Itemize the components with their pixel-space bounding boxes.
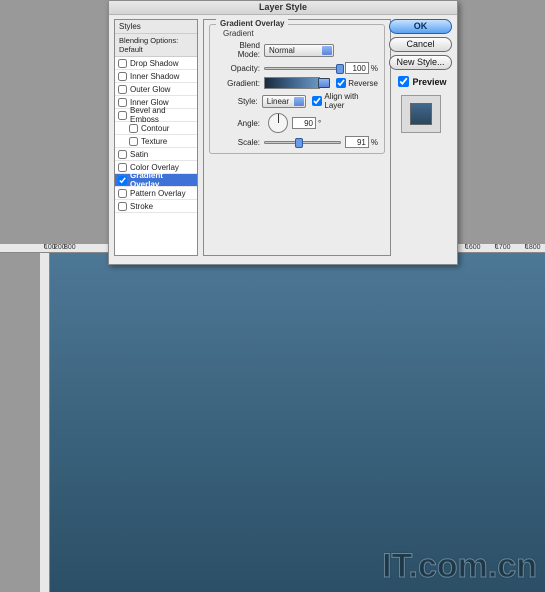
button-column: OK Cancel New Style... Preview <box>389 19 452 133</box>
layer-style-dialog: Layer Style Styles Blending Options: Def… <box>108 0 458 265</box>
reverse-checkbox[interactable] <box>336 78 346 88</box>
blend-mode-select[interactable]: Normal <box>264 44 334 57</box>
blending-options-item[interactable]: Blending Options: Default <box>115 34 197 57</box>
preview-toggle[interactable]: Preview <box>389 73 452 90</box>
canvas-background <box>40 250 545 592</box>
style-checkbox[interactable] <box>118 202 127 211</box>
group-subtitle: Gradient <box>220 29 257 38</box>
settings-panel: Gradient Overlay Gradient Blend Mode: No… <box>203 19 391 256</box>
gradient-label: Gradient: <box>216 79 264 88</box>
style-label: Style: <box>216 97 262 106</box>
blend-mode-label: Blend Mode: <box>216 41 264 59</box>
vertical-ruler <box>40 250 50 592</box>
style-gradient-overlay[interactable]: Gradient Overlay <box>115 174 197 187</box>
style-checkbox[interactable] <box>118 189 127 198</box>
scale-input[interactable]: 91 <box>345 136 369 148</box>
angle-input[interactable]: 90 <box>292 117 316 129</box>
style-outer-glow[interactable]: Outer Glow <box>115 83 197 96</box>
gradient-picker[interactable] <box>264 77 320 89</box>
cancel-button[interactable]: Cancel <box>389 37 452 52</box>
styles-header[interactable]: Styles <box>115 20 197 34</box>
opacity-label: Opacity: <box>216 64 264 73</box>
style-checkbox[interactable] <box>118 150 127 159</box>
dialog-title: Layer Style <box>109 1 457 15</box>
style-checkbox[interactable] <box>118 176 127 185</box>
scale-slider[interactable] <box>264 141 341 144</box>
group-title: Gradient Overlay <box>216 19 288 28</box>
style-stroke[interactable]: Stroke <box>115 200 197 213</box>
styles-list-panel: Styles Blending Options: Default Drop Sh… <box>114 19 198 256</box>
style-checkbox[interactable] <box>118 111 127 120</box>
angle-dial[interactable] <box>268 113 288 133</box>
style-drop-shadow[interactable]: Drop Shadow <box>115 57 197 70</box>
gradient-style-select[interactable]: Linear <box>262 95 307 108</box>
align-checkbox[interactable] <box>312 96 322 106</box>
style-pattern-overlay[interactable]: Pattern Overlay <box>115 187 197 200</box>
opacity-slider[interactable] <box>264 67 341 70</box>
ok-button[interactable]: OK <box>389 19 452 34</box>
style-checkbox[interactable] <box>118 59 127 68</box>
opacity-input[interactable]: 100 <box>345 62 369 74</box>
scale-label: Scale: <box>216 138 264 147</box>
style-checkbox[interactable] <box>129 124 138 133</box>
style-checkbox[interactable] <box>118 98 127 107</box>
style-checkbox[interactable] <box>118 72 127 81</box>
angle-label: Angle: <box>216 119 264 128</box>
preview-checkbox[interactable] <box>398 76 409 87</box>
style-checkbox[interactable] <box>118 85 127 94</box>
preview-swatch <box>401 95 441 133</box>
preview-thumbnail <box>410 103 432 125</box>
new-style-button[interactable]: New Style... <box>389 55 452 70</box>
style-inner-shadow[interactable]: Inner Shadow <box>115 70 197 83</box>
style-bevel-emboss[interactable]: Bevel and Emboss <box>115 109 197 122</box>
style-checkbox[interactable] <box>118 163 127 172</box>
style-texture[interactable]: Texture <box>115 135 197 148</box>
style-checkbox[interactable] <box>129 137 138 146</box>
style-satin[interactable]: Satin <box>115 148 197 161</box>
